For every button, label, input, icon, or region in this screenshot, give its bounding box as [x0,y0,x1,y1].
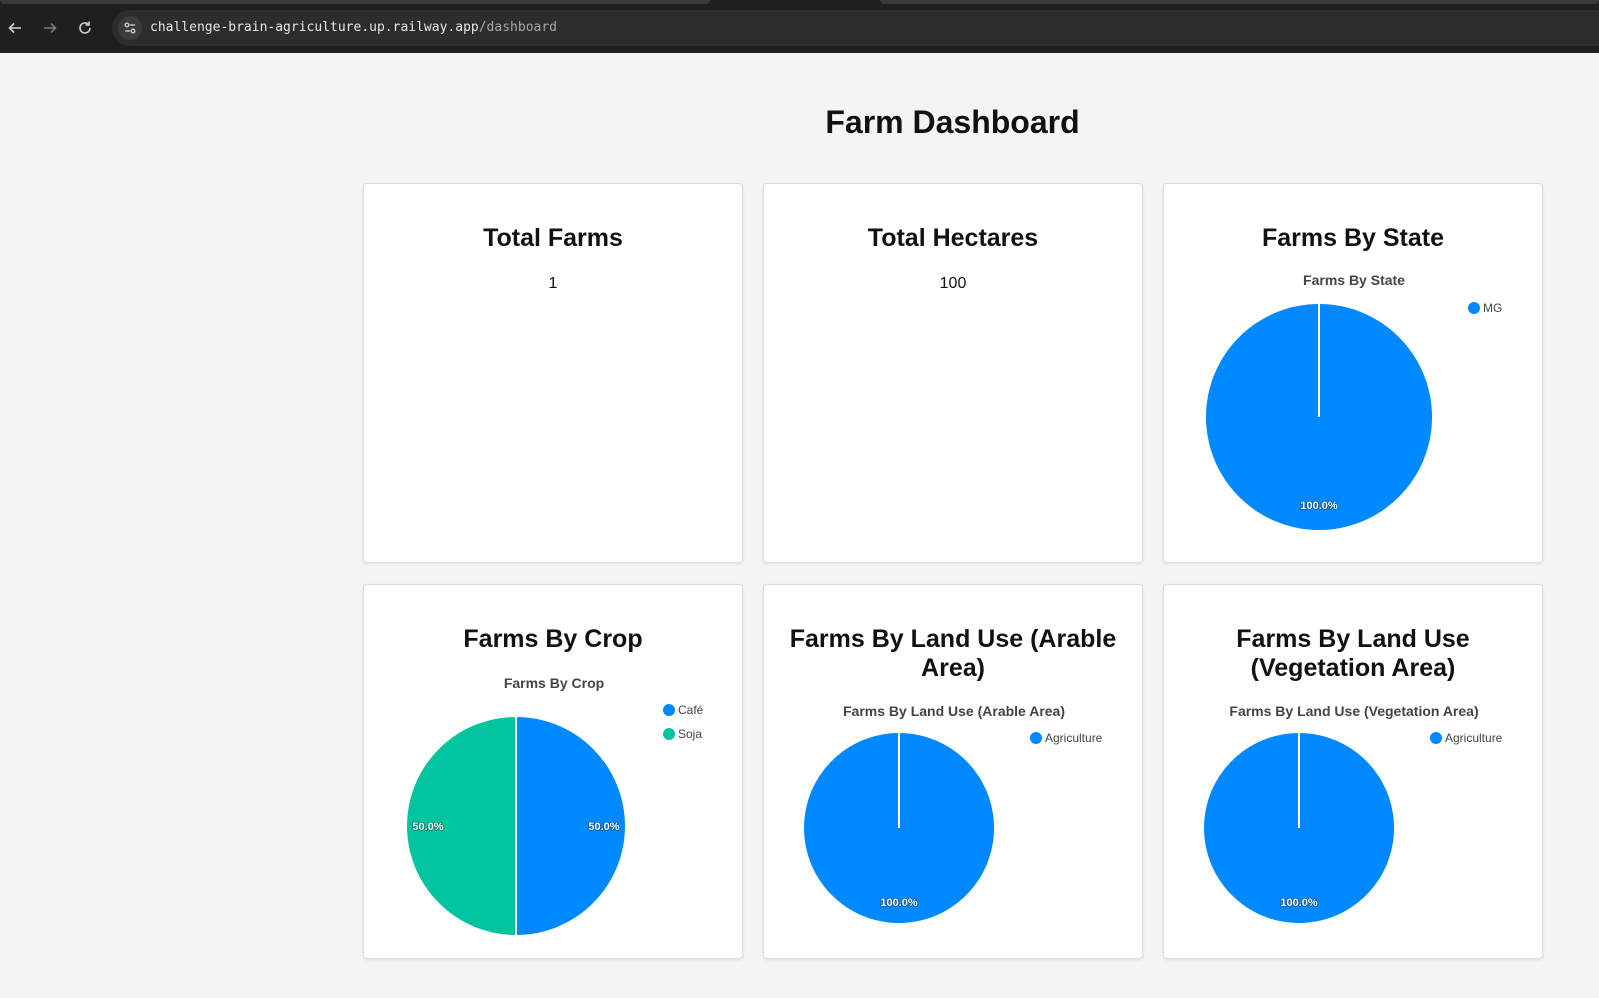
slice-label: 50.0% [412,821,443,833]
slice-label: 50.0% [588,821,619,833]
farms-by-state-card: Farms By State Farms By State 100.0% MG [1163,183,1543,563]
legend-label: MG [1483,301,1502,315]
farms-by-land-use-arable-chart: Farms By Land Use (Arable Area) 100.0% Agr… [804,703,1103,923]
chart-title: Farms By Crop [504,675,604,691]
card-title: Total Hectares [867,224,1039,252]
card-title: Total Farms [483,224,623,252]
farms-by-land-use-vegetation-card: Farms By Land Use (Vegetation Area) Farm… [1163,584,1543,959]
tune-icon [124,22,136,34]
legend-label: Soja [678,727,702,741]
site-info-button[interactable] [118,16,142,40]
url-text[interactable]: challenge-brain-agriculture.up.railway.a… [150,20,557,35]
legend-label: Agriculture [1045,731,1103,745]
total-farms-card: Total Farms 1 [363,183,743,563]
slice-label: 100.0% [880,897,918,909]
browser-tab[interactable] [0,0,710,4]
total-hectares-value: 100 [939,275,967,292]
legend-swatch [1430,732,1442,744]
chart-title: Farms By State [1303,272,1405,288]
farms-by-land-use-arable-card: Farms By Land Use (Arable Area) Farms By… [763,584,1143,959]
legend-swatch [663,728,675,740]
total-hectares-card: Total Hectares 100 [763,183,1143,563]
browser-tab[interactable] [880,0,1599,4]
total-farms-value: 1 [548,275,558,292]
url-host: challenge-brain-agriculture.up.railway.a… [150,20,479,35]
legend-swatch [1468,302,1480,314]
back-button[interactable] [3,16,27,40]
slice-label: 100.0% [1300,500,1338,512]
farms-by-state-chart: Farms By State 100.0% MG [1206,272,1502,530]
chart-title: Farms By Land Use (Vegetation Area) [1229,703,1478,719]
farms-by-land-use-vegetation-chart: Farms By Land Use (Vegetation Area) 100.0… [1204,703,1503,923]
chart-title: Farms By Land Use (Arable Area) [843,703,1065,719]
arrow-right-icon [44,22,57,34]
legend-swatch [663,704,675,716]
tab-strip [0,0,1599,10]
page-title: Farm Dashboard [825,104,1080,140]
browser-toolbar: challenge-brain-agriculture.up.railway.a… [0,0,1599,53]
farms-by-crop-chart: Farms By Crop 50.0% 50.0% Café Soja [405,675,704,938]
legend-swatch [1030,732,1042,744]
slice-label: 100.0% [1280,897,1318,909]
address-bar[interactable]: challenge-brain-agriculture.up.railway.a… [112,10,1599,46]
reload-icon [79,21,91,34]
url-path: /dashboard [478,20,558,35]
forward-button[interactable] [38,16,62,40]
farms-by-crop-card: Farms By Crop Farms By Crop 50.0% 50.0% Caf… [363,584,743,959]
legend-label: Café [678,703,704,717]
legend-label: Agriculture [1445,731,1503,745]
arrow-left-icon [8,22,21,34]
reload-button[interactable] [73,16,97,40]
